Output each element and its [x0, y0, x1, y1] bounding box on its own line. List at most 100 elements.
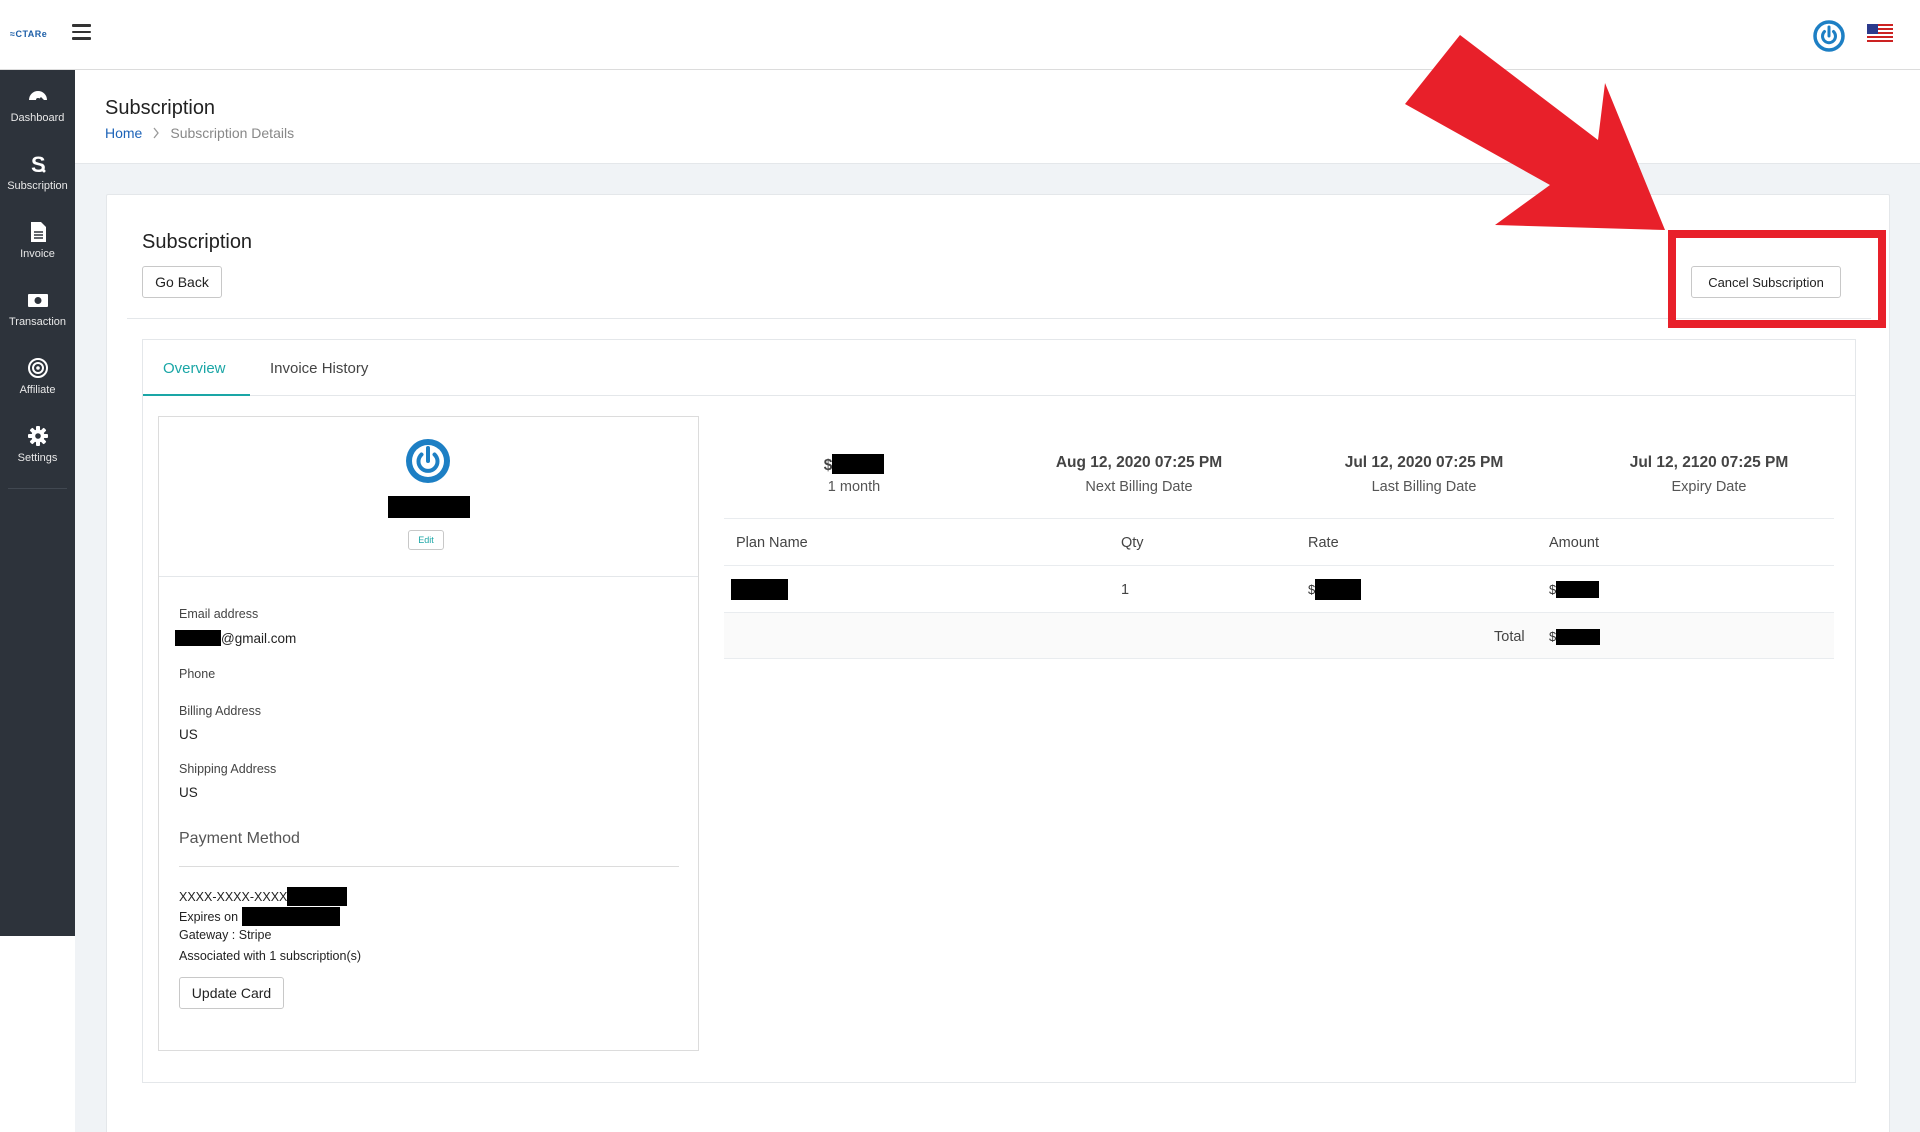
expiry-label: Expiry Date	[1671, 479, 1747, 495]
card-title: Subscription	[142, 231, 253, 253]
sidebar-item-settings[interactable]: Settings	[0, 410, 75, 478]
go-back-button[interactable]: Go Back	[142, 266, 222, 298]
active-tab-indicator	[143, 394, 250, 396]
redacted-customer-name	[388, 496, 470, 518]
billing-address-value: US	[179, 727, 198, 742]
page-title: Subscription	[105, 97, 216, 119]
stat-expiry: Jul 12, 2120 07:25 PM Expiry Date	[1569, 454, 1849, 495]
next-billing-label: Next Billing Date	[1085, 479, 1193, 495]
sidebar-item-transaction[interactable]: Transaction	[0, 274, 75, 342]
total-currency: $	[1549, 629, 1557, 644]
document-icon	[30, 221, 46, 242]
col-qty: Qty	[1121, 534, 1144, 551]
card-associated: Associated with 1 subscription(s)	[179, 949, 362, 963]
power-icon[interactable]	[1813, 20, 1845, 52]
dashboard-gauge-icon	[28, 90, 47, 102]
plan-table: Plan Name Qty Rate Amount 1 $ $ Total $	[724, 518, 1834, 659]
card-number: XXXX-XXXX-XXXX	[179, 887, 348, 906]
table-header-row: Plan Name Qty Rate Amount	[724, 518, 1834, 565]
redacted-email-user	[175, 630, 221, 646]
customer-card: Edit Email address @gmail.com Phone Bill…	[158, 416, 699, 1051]
redacted-expiry	[241, 907, 340, 926]
card-gateway: Gateway : Stripe	[179, 928, 272, 942]
total-cell: $	[1549, 613, 1601, 660]
tabs-panel: Overview Invoice History Edit Email addr…	[142, 339, 1856, 1083]
sidebar-label: Affiliate	[19, 383, 56, 396]
gear-icon	[27, 425, 48, 446]
redacted-price	[832, 454, 885, 474]
card-number-mask: XXXX-XXXX-XXXX	[179, 890, 288, 904]
email-label: Email address	[179, 607, 259, 621]
payment-divider	[179, 866, 679, 867]
chevron-right-icon	[153, 127, 160, 139]
stat-price-period: 1 month	[827, 479, 881, 495]
breadcrumb: Home Subscription Details	[105, 125, 294, 141]
sidebar-label: Settings	[17, 451, 58, 464]
redacted-amount	[1556, 581, 1600, 598]
subscription-card: Subscription Go Back Cancel Subscription…	[106, 194, 1890, 1132]
col-plan-name: Plan Name	[736, 534, 808, 551]
amount-currency: $	[1549, 582, 1557, 597]
total-label: Total	[1494, 628, 1525, 645]
expires-label: Expires on	[179, 910, 239, 924]
price-currency: $	[823, 457, 833, 474]
table-row: 1 $ $	[724, 565, 1834, 612]
redacted-plan-name	[731, 579, 788, 600]
last-billing-label: Last Billing Date	[1371, 479, 1477, 495]
money-bill-icon	[27, 293, 48, 307]
dollar-s-icon: S	[31, 153, 46, 175]
expiry-value: Jul 12, 2120 07:25 PM	[1629, 454, 1789, 471]
sidebar-label: Invoice	[20, 247, 55, 260]
plan-name-cell	[731, 566, 788, 613]
stat-last-billing: Jul 12, 2020 07:25 PM Last Billing Date	[1284, 454, 1564, 495]
phone-label: Phone	[179, 667, 216, 681]
tab-bar: Overview Invoice History	[143, 340, 1855, 396]
table-total-row: Total $	[724, 612, 1834, 659]
target-icon	[27, 357, 48, 378]
shipping-address-label: Shipping Address	[179, 762, 277, 776]
customer-header: Edit	[159, 417, 698, 577]
hamburger-icon[interactable]	[72, 24, 91, 41]
billing-address-label: Billing Address	[179, 704, 261, 718]
last-billing-value: Jul 12, 2020 07:25 PM	[1344, 454, 1504, 471]
next-billing-value: Aug 12, 2020 07:25 PM	[1055, 454, 1223, 471]
app-logo[interactable]: ≈CTARe	[10, 29, 47, 39]
amount-cell: $	[1549, 566, 1600, 613]
redacted-card-digits	[287, 887, 348, 906]
col-amount: Amount	[1549, 534, 1599, 551]
sidebar-item-invoice[interactable]: Invoice	[0, 206, 75, 274]
rate-currency: $	[1308, 582, 1316, 597]
col-rate: Rate	[1308, 534, 1339, 551]
rate-cell: $	[1308, 566, 1362, 613]
us-flag-icon[interactable]	[1867, 24, 1893, 42]
shipping-address-value: US	[179, 785, 198, 800]
sidebar: Dashboard S Subscription Invoice Transac…	[0, 70, 75, 936]
email-domain: @gmail.com	[221, 631, 297, 646]
payment-method-title: Payment Method	[179, 830, 300, 847]
stat-next-billing: Aug 12, 2020 07:25 PM Next Billing Date	[999, 454, 1279, 495]
red-annotation-arrow	[1405, 35, 1665, 230]
breadcrumb-home-link[interactable]: Home	[105, 125, 142, 141]
sidebar-item-subscription[interactable]: S Subscription	[0, 138, 75, 206]
sidebar-label: Dashboard	[10, 111, 65, 124]
tab-overview[interactable]: Overview	[163, 340, 226, 396]
card-expiry: Expires on	[179, 907, 340, 926]
tab-invoice-history[interactable]: Invoice History	[270, 340, 368, 396]
sidebar-item-dashboard[interactable]: Dashboard	[0, 70, 75, 138]
update-card-button[interactable]: Update Card	[179, 977, 284, 1009]
redacted-rate	[1315, 579, 1362, 600]
power-icon	[406, 439, 450, 483]
sidebar-label: Subscription	[7, 179, 68, 192]
card-divider	[127, 318, 1871, 319]
sidebar-divider	[8, 488, 67, 489]
breadcrumb-current: Subscription Details	[170, 125, 295, 141]
sidebar-label: Transaction	[8, 315, 67, 328]
sidebar-item-affiliate[interactable]: Affiliate	[0, 342, 75, 410]
stat-price-value: $	[714, 454, 994, 474]
qty-cell: 1	[1121, 581, 1130, 598]
redacted-total	[1556, 628, 1601, 645]
email-value: @gmail.com	[175, 630, 296, 646]
red-annotation-box	[1668, 230, 1886, 328]
edit-customer-button[interactable]: Edit	[408, 530, 444, 550]
stat-price: $ 1 month	[714, 454, 994, 495]
